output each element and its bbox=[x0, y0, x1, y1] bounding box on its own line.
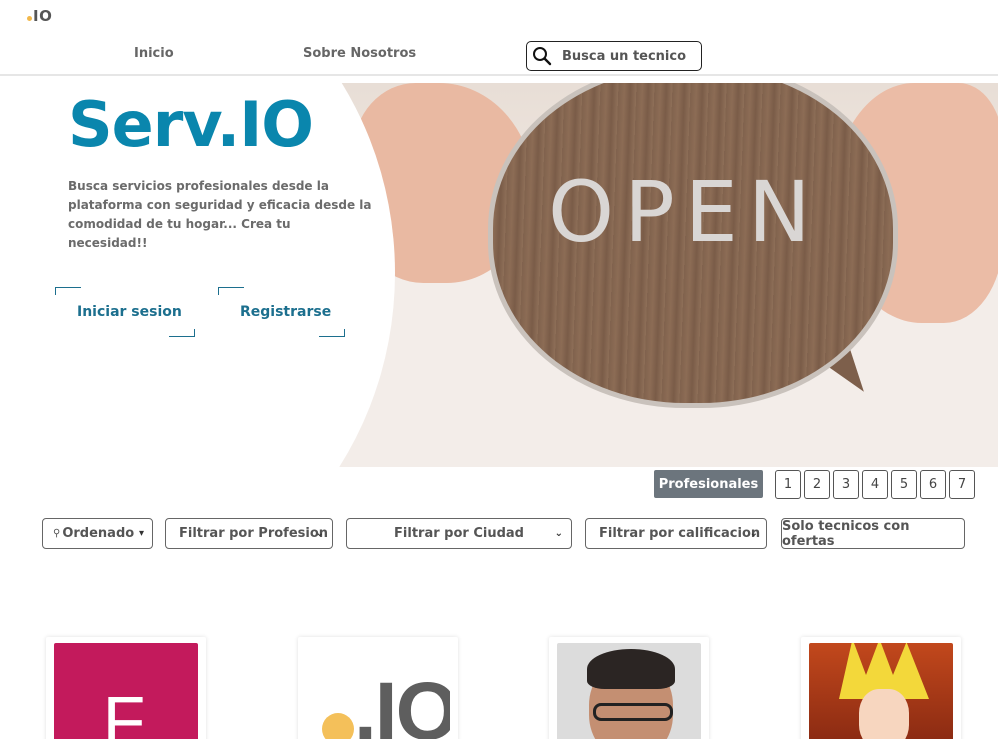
offers-only-label: Solo tecnicos con ofertas bbox=[782, 518, 910, 549]
card-image-logo-text: .IO bbox=[354, 666, 450, 739]
open-sign-text: OPEN bbox=[548, 163, 821, 261]
chevron-down-icon: ⌄ bbox=[554, 528, 563, 539]
card-image-letter: F bbox=[102, 682, 146, 739]
caret-down-icon: ▾ bbox=[138, 528, 144, 539]
avatar-face bbox=[859, 689, 909, 739]
login-button-label: Iniciar sesion bbox=[77, 304, 182, 320]
profession-filter[interactable]: Filtrar por Profesion ⌄ bbox=[165, 518, 333, 549]
hero-section: OPEN Serv.IO Busca servicios profesional… bbox=[0, 83, 998, 467]
avatar-hair bbox=[587, 649, 675, 689]
sort-dropdown[interactable]: ⚲ Ordenado ▾ bbox=[42, 518, 153, 549]
login-corner-top bbox=[55, 287, 81, 295]
hero-description: Busca servicios profesionales desde la p… bbox=[68, 179, 372, 250]
chevron-down-icon: ⌄ bbox=[315, 528, 324, 539]
city-filter-label: Filtrar por Ciudad bbox=[394, 526, 524, 541]
login-corner-bottom bbox=[169, 329, 195, 337]
register-button-label: Registrarse bbox=[240, 304, 332, 320]
hero-title: Serv.IO bbox=[68, 88, 314, 161]
card-image: F bbox=[54, 643, 198, 739]
sort-label: Ordenado bbox=[62, 526, 135, 541]
offers-only-button[interactable]: Solo tecnicos con ofertas bbox=[781, 518, 965, 549]
register-button[interactable]: Registrarse bbox=[218, 287, 345, 337]
city-filter[interactable]: Filtrar por Ciudad ⌄ bbox=[346, 518, 572, 549]
nav-sobre-nosotros[interactable]: Sobre Nosotros bbox=[303, 46, 416, 61]
technician-card[interactable]: .IO bbox=[298, 637, 458, 739]
pagination: 1 2 3 4 5 6 7 bbox=[775, 470, 975, 499]
page-3-button[interactable]: 3 bbox=[833, 470, 859, 499]
sort-icon: ⚲ bbox=[53, 528, 61, 539]
site-logo[interactable]: IO bbox=[27, 7, 52, 25]
profession-filter-label: Filtrar por Profesion bbox=[179, 526, 329, 541]
page-2-button[interactable]: 2 bbox=[804, 470, 830, 499]
chevron-down-icon: ⌄ bbox=[749, 528, 758, 539]
card-image-avatar bbox=[557, 643, 701, 739]
technician-card[interactable] bbox=[549, 637, 709, 739]
rating-filter[interactable]: Filtrar por calificacion ⌄ bbox=[585, 518, 767, 549]
page-1-button[interactable]: 1 bbox=[775, 470, 801, 499]
nav-inicio[interactable]: Inicio bbox=[134, 46, 174, 61]
avatar-glasses bbox=[593, 703, 673, 721]
rating-filter-label: Filtrar por calificacion bbox=[599, 526, 761, 541]
search-box[interactable] bbox=[526, 41, 702, 71]
hero-image: OPEN bbox=[333, 83, 998, 467]
register-corner-top bbox=[218, 287, 244, 295]
login-button[interactable]: Iniciar sesion bbox=[55, 287, 195, 337]
pagination-label: Profesionales bbox=[654, 470, 763, 498]
register-corner-bottom bbox=[319, 329, 345, 337]
page-4-button[interactable]: 4 bbox=[862, 470, 888, 499]
card-image-avatar bbox=[809, 643, 953, 739]
page-7-button[interactable]: 7 bbox=[949, 470, 975, 499]
header-divider bbox=[0, 74, 998, 76]
logo-dot bbox=[27, 16, 32, 21]
page-6-button[interactable]: 6 bbox=[920, 470, 946, 499]
search-icon bbox=[533, 47, 552, 66]
search-input[interactable] bbox=[562, 48, 692, 64]
technician-card[interactable] bbox=[801, 637, 961, 739]
card-image: .IO bbox=[306, 643, 450, 739]
technician-card[interactable]: F bbox=[46, 637, 206, 739]
logo-text: IO bbox=[33, 7, 53, 25]
page-5-button[interactable]: 5 bbox=[891, 470, 917, 499]
logo-dot bbox=[322, 713, 354, 739]
